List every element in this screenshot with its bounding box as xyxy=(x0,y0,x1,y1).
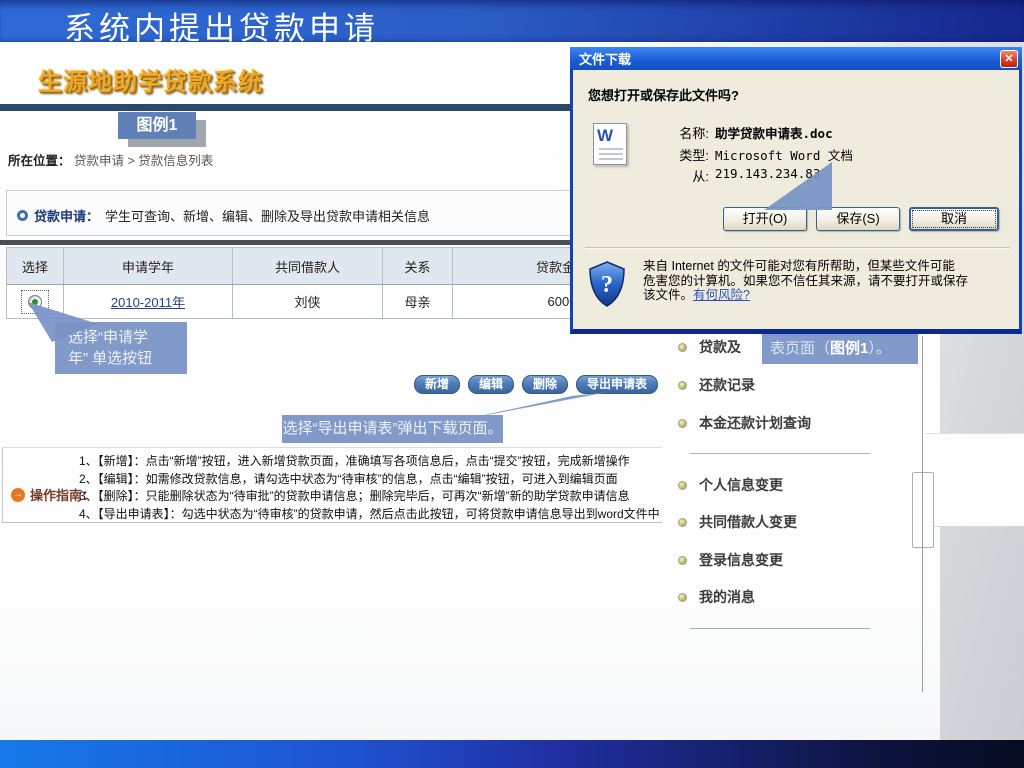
menu-label: 个人信息变更 xyxy=(699,477,783,493)
menu-label: 我的消息 xyxy=(699,589,755,605)
arrow-right-icon: → xyxy=(11,487,25,502)
guide-line: 3、【删除】：只能删除状态为“待审批”的贷款申请信息；删除完毕后，可再次“新增”… xyxy=(79,489,630,503)
coborrower-cell: 刘侠 xyxy=(233,285,383,318)
edit-button[interactable]: 编辑 xyxy=(468,375,515,394)
field-value: Microsoft Word 文档 xyxy=(715,148,853,163)
bullet-icon xyxy=(678,517,687,527)
field-value: 219.143.234.83 xyxy=(715,166,821,181)
bullet-icon xyxy=(678,480,687,490)
panel-fragment xyxy=(912,472,934,548)
warning-line: 来自 Internet 的文件可能对您有所帮助，但某些文件可能 xyxy=(643,259,955,273)
callout-text: ）。 xyxy=(868,340,891,357)
warning-line: 危害您的计算机。如果您不信任其来源，请不要打开或保存 xyxy=(643,273,969,288)
relation-cell: 母亲 xyxy=(383,285,453,318)
year-link[interactable]: 2010-2011年 xyxy=(111,292,185,311)
callout-text: 表页面（ xyxy=(770,340,831,357)
page-right-border xyxy=(922,336,923,692)
radio-selected-dot xyxy=(32,298,38,305)
intro-text: 学生可查询、新增、编辑、删除及导出贷款申请相关信息 xyxy=(105,209,431,224)
menu-label: 还款记录 xyxy=(699,377,755,393)
slide-bottom-bar xyxy=(0,740,1024,768)
dialog-titlebar[interactable]: 文件下载 ✕ xyxy=(570,47,1022,70)
legend-badge: 图例1 xyxy=(118,112,196,139)
guide-line: 1、【新增】：点击“新增”按钮，进入新增贷款页面，准确填写各项信息后，点击“提交… xyxy=(79,454,630,468)
col-header-coborrower: 共同借款人 xyxy=(233,248,383,284)
file-type-field: 类型: Microsoft Word 文档 xyxy=(573,145,1013,164)
page-title: 系统内提出贷款申请 xyxy=(64,11,379,46)
file-name-field: 名称: 助学贷款申请表.doc xyxy=(573,123,1013,142)
breadcrumb-path: 贷款申请 > 贷款信息列表 xyxy=(74,154,214,168)
col-header-relation: 关系 xyxy=(383,248,453,284)
menu-divider xyxy=(690,628,870,629)
file-source-field: 从: 219.143.234.83 xyxy=(573,166,1013,185)
warning-line: 该文件。 xyxy=(643,288,694,302)
breadcrumb-prefix: 所在位置： xyxy=(8,154,71,168)
sidebar-item-loan[interactable]: 贷款及 xyxy=(678,337,741,357)
dialog-warning: 来自 Internet 的文件可能对您有所帮助，但某些文件可能 危害您的计算机。… xyxy=(643,259,1013,303)
sidebar-item-coborrower-change[interactable]: 共同借款人变更 xyxy=(678,512,797,532)
year-cell: 2010-2011年 xyxy=(64,285,233,318)
save-button[interactable]: 保存(S) xyxy=(816,207,900,231)
menu-label: 登录信息变更 xyxy=(699,552,783,568)
file-download-dialog: 文件下载 ✕ 您想打开或保存此文件吗? W 名称: 助学贷款申请表.doc 类型… xyxy=(570,47,1022,334)
dialog-separator xyxy=(585,247,1010,249)
intro-label: 贷款申请： xyxy=(34,209,100,224)
operation-guide-box: → 操作指南： 1、【新增】：点击“新增”按钮，进入新增贷款页面，准确填写各项信… xyxy=(2,447,662,523)
col-header-year: 申请学年 xyxy=(64,248,233,284)
guide-line: 4、【导出申请表】：勾选中状态为“待审核”的贷款申请，然后点击此按钮，可将贷款申… xyxy=(79,506,661,521)
slide-title-bar: 系统内提出贷款申请 xyxy=(0,0,1024,46)
bullet-icon xyxy=(678,555,687,565)
bullet-icon xyxy=(678,418,687,428)
field-label: 从: xyxy=(692,169,709,184)
dialog-title: 文件下载 xyxy=(579,52,632,67)
breadcrumb: 所在位置： 贷款申请 > 贷款信息列表 xyxy=(8,150,213,169)
guide-line: 2、【编辑】：如需修改贷款信息，请勾选中状态为“待审核”的信息，点击“编辑”按钮… xyxy=(79,471,618,486)
sidebar-item-repayment-record[interactable]: 还款记录 xyxy=(678,375,755,395)
callout-legend-ref: 表页面（图例1）。 xyxy=(762,334,918,364)
callout-export: 选择“导出申请表”弹出下载页面。 xyxy=(282,415,503,443)
field-label: 类型: xyxy=(679,148,709,163)
guide-lines: 1、【新增】：点击“新增”按钮，进入新增贷款页面，准确填写各项信息后，点击“提交… xyxy=(79,453,661,523)
ring-bullet-icon xyxy=(17,210,28,221)
callout-text: 年” 单选按钮 xyxy=(68,350,153,367)
callout-text-bold: 图例1 xyxy=(830,340,869,357)
row-radio-button[interactable] xyxy=(21,289,49,314)
action-button-row: 新增 编辑 删除 导出申请表 xyxy=(414,375,659,394)
slide: 生源地助学贷款系统 所在位置： 贷款申请 > 贷款信息列表 贷款申请： 学生可查… xyxy=(0,0,1024,768)
menu-label: 本金还款计划查询 xyxy=(699,415,811,431)
sidebar-item-principal-plan[interactable]: 本金还款计划查询 xyxy=(678,413,811,433)
security-shield-icon: ? xyxy=(589,261,625,307)
sidebar-item-personal-info[interactable]: 个人信息变更 xyxy=(678,475,783,495)
export-form-button[interactable]: 导出申请表 xyxy=(576,375,659,394)
field-value: 助学贷款申请表.doc xyxy=(715,126,833,141)
menu-divider xyxy=(690,453,870,454)
cancel-button[interactable]: 取消 xyxy=(909,207,999,231)
col-header-select: 选择 xyxy=(7,248,64,284)
callout-radio: 选择“申请学 年” 单选按钮 xyxy=(55,322,187,374)
add-button[interactable]: 新增 xyxy=(414,375,461,394)
risk-link[interactable]: 有何风险? xyxy=(693,288,750,302)
callout-text: 选择“导出申请表”弹出下载页面。 xyxy=(282,420,503,437)
panel-fragment xyxy=(925,433,1024,527)
svg-text:?: ? xyxy=(601,272,613,298)
delete-button[interactable]: 删除 xyxy=(522,375,569,394)
dialog-question: 您想打开或保存此文件吗? xyxy=(588,88,739,103)
open-button[interactable]: 打开(O) xyxy=(723,207,807,231)
bullet-icon xyxy=(678,342,687,352)
callout-text: 选择“申请学 xyxy=(68,329,148,346)
field-label: 名称: xyxy=(679,126,709,141)
bullet-icon xyxy=(678,380,687,390)
bullet-icon xyxy=(678,592,687,602)
sidebar-item-messages[interactable]: 我的消息 xyxy=(678,587,755,607)
menu-label: 贷款及 xyxy=(699,339,741,355)
sidebar-item-login-info[interactable]: 登录信息变更 xyxy=(678,550,783,570)
select-cell xyxy=(7,285,64,318)
app-logo: 生源地助学贷款系统 xyxy=(38,69,263,96)
menu-label: 共同借款人变更 xyxy=(699,514,797,530)
close-icon[interactable]: ✕ xyxy=(1000,49,1018,68)
